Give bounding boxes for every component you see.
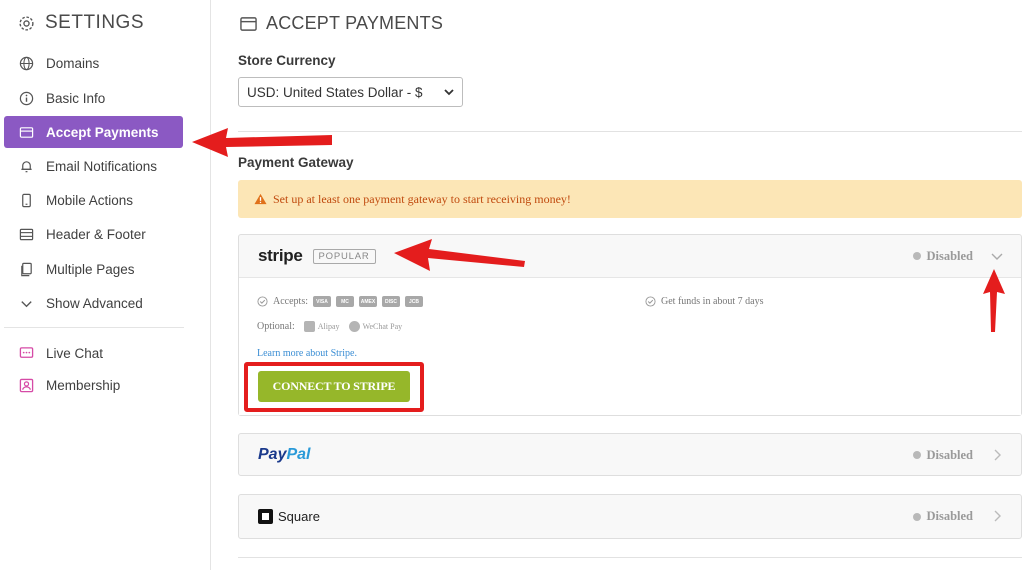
alipay-icon xyxy=(303,321,315,332)
gear-icon xyxy=(19,15,34,31)
pages-icon xyxy=(19,262,34,277)
paypal-status: Disabled xyxy=(913,434,973,476)
page-title-text: ACCEPT PAYMENTS xyxy=(266,13,444,33)
status-dot xyxy=(913,512,922,521)
divider xyxy=(238,557,1022,558)
sidebar-item-basic-info[interactable]: Basic Info xyxy=(4,82,183,114)
globe-icon xyxy=(19,56,34,71)
info-icon xyxy=(19,91,34,106)
store-currency-label: Store Currency xyxy=(238,53,336,68)
sidebar-item-label: Email Notifications xyxy=(46,158,158,174)
sidebar-item-label: Domains xyxy=(46,55,100,71)
wechat-pay-label: WeChat Pay xyxy=(362,322,403,331)
status-text: Disabled xyxy=(926,509,973,523)
stripe-card-header[interactable]: stripe POPULAR Disabled xyxy=(239,235,1021,277)
settings-title: SETTINGS xyxy=(18,12,144,34)
square-card-header[interactable]: Square Disabled xyxy=(239,495,1021,538)
annotation-arrow-left xyxy=(394,239,525,271)
annotation-arrow-left xyxy=(192,128,332,157)
gateway-warning-alert: Set up at least one payment gateway to s… xyxy=(238,180,1022,218)
stripe-logo: stripe xyxy=(258,246,303,265)
paypal-logo: PayPal xyxy=(258,446,310,464)
member-icon xyxy=(19,378,34,393)
alipay-label: Alipay xyxy=(317,322,340,331)
check-circle-icon xyxy=(257,296,268,307)
sidebar-item-label: Multiple Pages xyxy=(46,261,135,277)
status-dot xyxy=(913,451,922,459)
sidebar-divider xyxy=(4,327,184,328)
sidebar-item-label: Mobile Actions xyxy=(46,192,134,208)
visa-icon: VISA xyxy=(313,296,331,307)
optional-label: Optional: xyxy=(257,321,295,332)
sidebar-item-mobile-actions[interactable]: Mobile Actions xyxy=(4,184,183,216)
chevron-down-icon xyxy=(444,89,454,96)
sidebar-item-email-notifications[interactable]: Email Notifications xyxy=(4,150,183,182)
jcb-icon: JCB xyxy=(405,296,423,307)
mastercard-icon: MC xyxy=(336,296,354,307)
divider xyxy=(238,131,1022,132)
store-currency-value: USD: United States Dollar - $ xyxy=(247,84,423,100)
bell-icon xyxy=(19,159,34,174)
square-logo-text: Square xyxy=(278,509,320,524)
status-dot xyxy=(913,252,922,260)
sidebar-item-label: Basic Info xyxy=(46,90,106,106)
sidebar-item-label: Header & Footer xyxy=(46,226,146,242)
sidebar-item-label: Membership xyxy=(46,377,121,393)
sidebar-item-domains[interactable]: Domains xyxy=(4,47,183,79)
paypal-gateway-card[interactable]: PayPal Disabled xyxy=(238,433,1022,476)
sidebar-item-label: Live Chat xyxy=(46,345,104,361)
sidebar-item-live-chat[interactable]: Live Chat xyxy=(4,337,183,369)
chat-icon xyxy=(19,346,34,361)
status-text: Disabled xyxy=(926,447,973,462)
stripe-status: Disabled xyxy=(913,235,973,277)
sidebar-item-label: Show Advanced xyxy=(46,295,143,311)
connect-to-stripe-button[interactable]: CONNECT TO STRIPE xyxy=(258,371,410,402)
paypal-logo-part2: Pal xyxy=(286,446,311,463)
mobile-icon xyxy=(19,193,34,208)
chevron-down-icon[interactable] xyxy=(990,249,1004,263)
warning-icon xyxy=(254,193,267,205)
square-status: Disabled xyxy=(913,495,973,538)
accepts-row: Accepts: VISA MC AMEX DISC JCB xyxy=(257,296,423,307)
alipay-badge: Alipay xyxy=(303,321,340,332)
accepts-label: Accepts: xyxy=(273,296,308,307)
card-icon xyxy=(240,16,257,31)
square-logo-icon xyxy=(258,509,273,524)
check-circle-icon xyxy=(645,296,656,307)
page-title: ACCEPT PAYMENTS xyxy=(240,13,443,34)
wechat-icon xyxy=(348,321,360,332)
layout-icon xyxy=(19,227,34,242)
store-currency-select[interactable]: USD: United States Dollar - $ xyxy=(238,77,463,107)
sidebar-item-accept-payments[interactable]: Accept Payments xyxy=(4,116,183,148)
learn-more-stripe-link[interactable]: Learn more about Stripe. xyxy=(257,348,357,359)
wechat-pay-badge: WeChat Pay xyxy=(348,321,403,332)
optional-row: Optional: Alipay WeChat Pay xyxy=(257,321,402,332)
settings-sidebar: SETTINGS Domains Basic Info Accept Payme… xyxy=(0,0,211,570)
chevron-right-icon[interactable] xyxy=(990,448,1004,462)
sidebar-item-header-footer[interactable]: Header & Footer xyxy=(4,218,183,250)
annotation-arrow-up xyxy=(983,269,1005,332)
popular-badge: POPULAR xyxy=(312,248,376,264)
stripe-gateway-card: stripe POPULAR Disabled Accepts: VISA MC… xyxy=(238,234,1022,416)
discover-icon: DISC xyxy=(382,296,400,307)
funds-row: Get funds in about 7 days xyxy=(645,296,764,307)
chevron-right-icon[interactable] xyxy=(990,509,1004,523)
amex-icon: AMEX xyxy=(359,296,377,307)
status-text: Disabled xyxy=(926,248,973,263)
sidebar-item-show-advanced[interactable]: Show Advanced xyxy=(4,287,183,319)
sidebar-item-label: Accept Payments xyxy=(46,124,159,140)
stripe-card-body: Accepts: VISA MC AMEX DISC JCB Get funds… xyxy=(239,277,1021,415)
square-logo: Square xyxy=(258,509,320,524)
square-gateway-card[interactable]: Square Disabled xyxy=(238,494,1022,539)
paypal-card-header[interactable]: PayPal Disabled xyxy=(239,434,1021,476)
funds-text: Get funds in about 7 days xyxy=(661,296,764,307)
settings-title-text: SETTINGS xyxy=(45,12,145,33)
sidebar-item-multiple-pages[interactable]: Multiple Pages xyxy=(4,253,183,285)
card-icon xyxy=(19,125,34,140)
sidebar-item-membership[interactable]: Membership xyxy=(4,369,183,401)
alert-text: Set up at least one payment gateway to s… xyxy=(273,191,571,206)
chevron-down-icon xyxy=(19,296,34,311)
paypal-logo-part1: Pay xyxy=(258,446,287,463)
